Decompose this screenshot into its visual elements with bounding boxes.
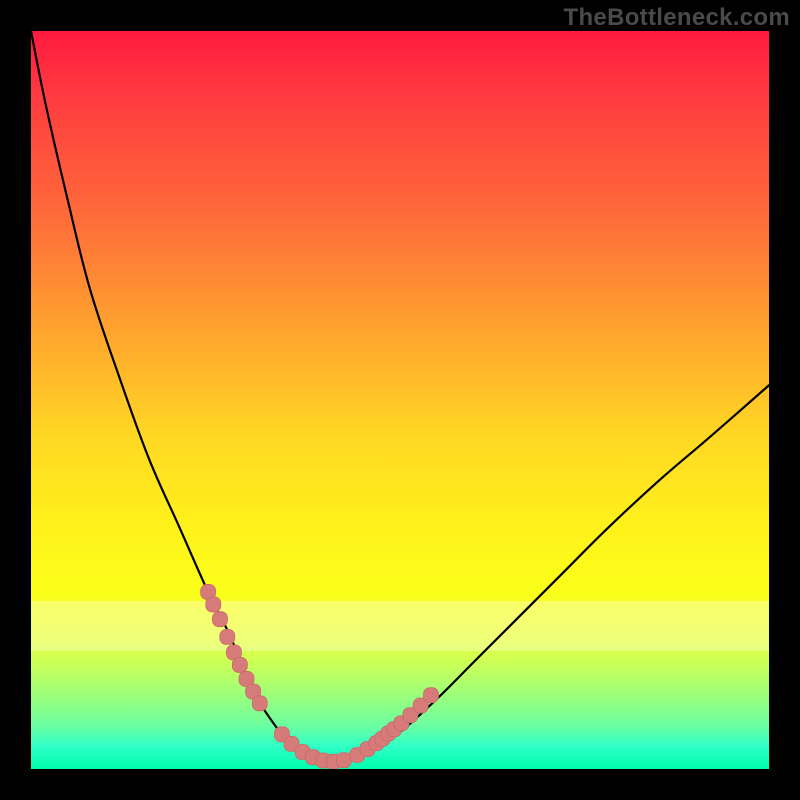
- curve-layer: [31, 31, 769, 769]
- watermark-text: TheBottleneck.com: [564, 4, 790, 32]
- bottleneck-curve: [31, 31, 769, 762]
- marker-point: [424, 688, 439, 703]
- marker-point: [232, 657, 247, 672]
- marker-point: [206, 597, 221, 612]
- marker-point: [212, 612, 227, 627]
- marker-group: [201, 584, 439, 769]
- plot-area: [31, 31, 769, 769]
- marker-point: [336, 753, 351, 768]
- marker-point: [252, 696, 267, 711]
- marker-point: [220, 629, 235, 644]
- chart-frame: TheBottleneck.com: [0, 0, 800, 800]
